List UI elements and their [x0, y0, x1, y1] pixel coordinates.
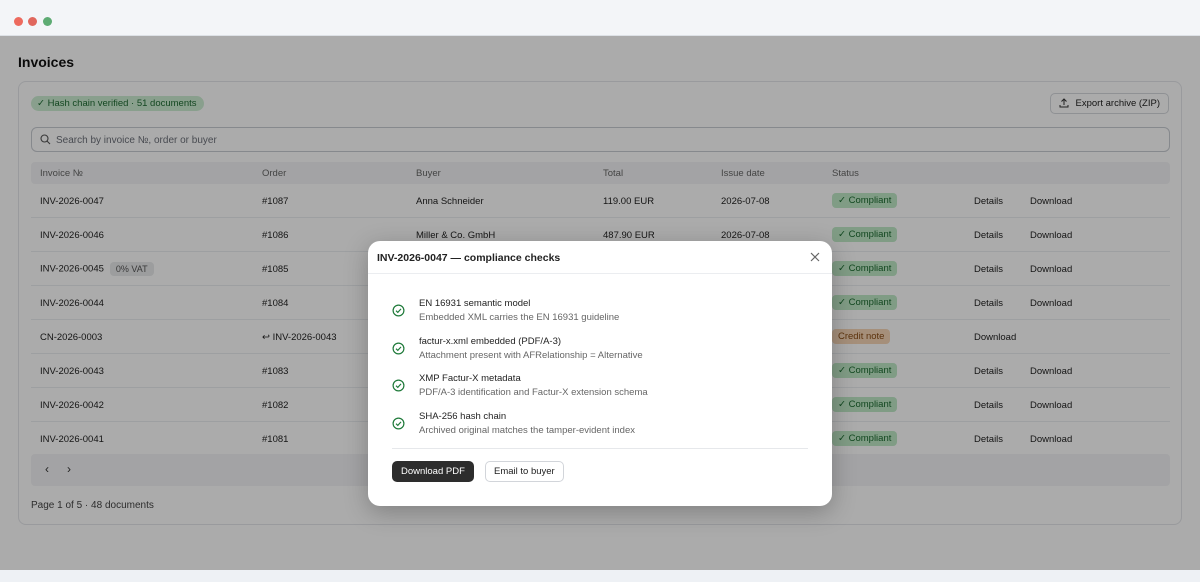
check-title: factur-x.xml embedded (PDF/A-3)	[419, 336, 562, 347]
compliance-modal: INV-2026-0047 — compliance checks EN 169…	[368, 241, 832, 506]
check-circle-icon	[392, 342, 405, 355]
modal-header: INV-2026-0047 — compliance checks	[368, 241, 832, 274]
window-maximize-dot[interactable]	[43, 17, 52, 26]
check-circle-icon	[392, 379, 405, 392]
window-minimize-dot[interactable]	[28, 17, 37, 26]
compliance-check-item: EN 16931 semantic model Embedded XML car…	[392, 298, 812, 328]
check-description: Embedded XML carries the EN 16931 guidel…	[419, 312, 620, 323]
close-icon[interactable]	[808, 250, 822, 264]
compliance-check-item: XMP Factur-X metadata PDF/A-3 identifica…	[392, 373, 812, 403]
app-content: Invoices ✓ Hash chain verified · 51 docu…	[0, 36, 1200, 570]
compliance-check-item: factur-x.xml embedded (PDF/A-3) Attachme…	[392, 336, 812, 366]
check-title: XMP Factur-X metadata	[419, 373, 521, 384]
check-description: Archived original matches the tamper-evi…	[419, 425, 635, 436]
check-description: Attachment present with AFRelationship =…	[419, 350, 643, 361]
window-titlebar	[0, 0, 1200, 36]
check-title: SHA-256 hash chain	[419, 411, 507, 422]
check-description: PDF/A-3 identification and Factur-X exte…	[419, 387, 648, 398]
compliance-check-item: SHA-256 hash chain Archived original mat…	[392, 411, 812, 441]
modal-title: INV-2026-0047 — compliance checks	[377, 252, 561, 264]
modal-divider	[392, 448, 808, 449]
email-to-buyer-button[interactable]: Email to buyer	[485, 461, 564, 482]
window-close-dot[interactable]	[14, 17, 23, 26]
check-title: EN 16931 semantic model	[419, 298, 531, 309]
check-circle-icon	[392, 304, 405, 317]
download-pdf-button[interactable]: Download PDF	[392, 461, 474, 482]
check-circle-icon	[392, 417, 405, 430]
